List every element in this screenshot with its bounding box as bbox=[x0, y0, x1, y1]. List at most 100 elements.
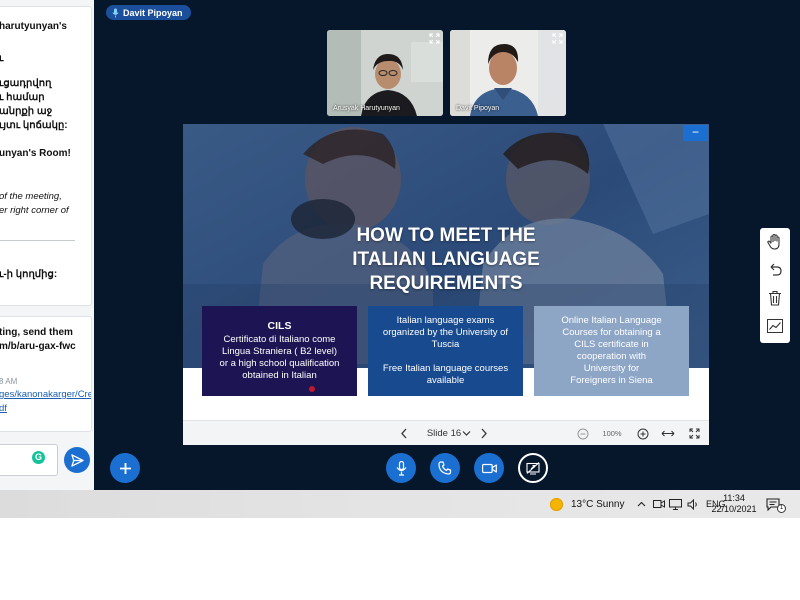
box-line: Certificato di Italiano come bbox=[223, 334, 336, 345]
next-slide-button[interactable] bbox=[475, 421, 493, 446]
windows-taskbar: 13°C Sunny ENG 11:34 22/10/2021 bbox=[0, 490, 800, 518]
slide-title-line: ITALIAN LANGUAGE bbox=[352, 249, 540, 270]
pan-tool-button[interactable] bbox=[763, 230, 787, 254]
clear-annotations-button[interactable] bbox=[763, 286, 787, 310]
box-line: cooperation with bbox=[576, 351, 647, 362]
notification-count-badge: 1 bbox=[777, 504, 786, 513]
previous-slide-button[interactable] bbox=[395, 421, 413, 446]
laser-pointer-dot bbox=[309, 386, 315, 392]
hand-icon bbox=[767, 233, 780, 250]
chat-message-link: ting, send them m/b/aru-gax-fwc 8 AM ges… bbox=[0, 316, 92, 432]
sun-icon bbox=[550, 497, 563, 511]
zoom-in-icon bbox=[637, 428, 649, 439]
box-line: Courses for obtaining a bbox=[562, 327, 661, 338]
participant-video bbox=[327, 30, 443, 116]
chat-line: m/b/aru-gax-fwc bbox=[0, 341, 76, 352]
multi-user-whiteboard-button[interactable] bbox=[763, 314, 787, 338]
chat-divider bbox=[0, 240, 75, 241]
actions-menu-button[interactable] bbox=[110, 453, 140, 483]
plus-icon bbox=[119, 462, 131, 474]
mute-microphone-button[interactable] bbox=[386, 453, 416, 483]
monitor-network-icon bbox=[669, 498, 682, 510]
taskbar-clock[interactable]: 11:34 22/10/2021 bbox=[708, 490, 760, 518]
chat-timestamp: 8 AM bbox=[0, 377, 18, 386]
slide-selector-dropdown[interactable] bbox=[459, 421, 473, 446]
fullscreen-icon bbox=[689, 428, 699, 439]
presenter-badge: Davit Pipoyan bbox=[106, 5, 191, 20]
box-line: or a high school qualification bbox=[219, 358, 340, 369]
undo-annotation-button[interactable] bbox=[763, 257, 787, 281]
siena-courses-box: Online Italian Language Courses for obta… bbox=[534, 306, 689, 396]
meet-now-tray-icon[interactable] bbox=[653, 490, 665, 518]
fit-width-icon bbox=[661, 430, 675, 437]
meeting-main-area: Davit Pipoyan Arusyak Harutyunyan Davit … bbox=[94, 0, 800, 490]
box-line: CILS certificate in bbox=[574, 339, 649, 350]
fullscreen-icon[interactable] bbox=[429, 33, 440, 44]
minimize-presentation-button[interactable]: − bbox=[683, 125, 708, 141]
chat-message-input[interactable]: G bbox=[0, 444, 58, 476]
box-line: Online Italian Language bbox=[561, 315, 662, 326]
chat-line: ւ համար bbox=[0, 92, 45, 103]
box-line: available bbox=[426, 375, 465, 386]
screen-share-off-icon bbox=[526, 461, 540, 475]
slide-number-label: Slide 16 bbox=[426, 428, 462, 439]
zoom-out-button[interactable] bbox=[575, 421, 591, 446]
zoom-out-icon bbox=[577, 428, 589, 439]
slide-title-line: HOW TO MEET THE bbox=[356, 225, 536, 246]
send-message-button[interactable] bbox=[64, 447, 90, 473]
box-line: Lingua Straniera ( B2 level) bbox=[221, 346, 338, 357]
slide-title-line: REQUIREMENTS bbox=[369, 273, 523, 294]
weather-widget[interactable]: 13°C Sunny bbox=[550, 490, 624, 518]
participant-name: Arusyak Harutyunyan bbox=[333, 105, 400, 112]
microphone-icon bbox=[396, 460, 406, 476]
fullscreen-icon[interactable] bbox=[552, 33, 563, 44]
chart-line-icon bbox=[767, 319, 783, 333]
cils-title: CILS bbox=[267, 320, 292, 332]
chevron-left-icon bbox=[401, 428, 407, 439]
share-webcam-button[interactable] bbox=[474, 453, 504, 483]
video-camera-icon bbox=[481, 463, 497, 473]
box-line: Foreigners in Siena bbox=[570, 375, 653, 386]
chat-line: ting, send them bbox=[0, 327, 73, 338]
participant-video-tile[interactable]: Arusyak Harutyunyan bbox=[327, 30, 443, 116]
show-hidden-icons-button[interactable] bbox=[637, 490, 646, 518]
chat-panel: harutyunyan's ւ ւցադրվող ւ համար անրքի ա… bbox=[0, 0, 94, 490]
volume-tray-icon[interactable] bbox=[687, 490, 699, 518]
leave-audio-button[interactable] bbox=[430, 453, 460, 483]
undo-icon bbox=[770, 263, 782, 276]
chevron-right-icon bbox=[481, 428, 487, 439]
box-line: Italian language exams bbox=[396, 315, 495, 326]
clock-time: 11:34 bbox=[723, 493, 745, 503]
box-line: organized by the University of bbox=[382, 327, 509, 338]
tuscia-exams-box: Italian language exams organized by the … bbox=[368, 306, 523, 396]
box-line: obtained in Italian bbox=[242, 370, 317, 381]
clock-date: 22/10/2021 bbox=[711, 504, 757, 514]
grammarly-icon[interactable]: G bbox=[32, 451, 45, 464]
box-line: Free Italian language courses bbox=[382, 363, 509, 374]
share-screen-button[interactable] bbox=[518, 453, 548, 483]
phone-icon bbox=[438, 461, 452, 475]
weather-text: 13°C Sunny bbox=[571, 498, 625, 510]
chat-line: unyan's Room! bbox=[0, 148, 71, 159]
chat-line: անրքի աջ bbox=[0, 106, 53, 117]
participant-video-tile[interactable]: Davit Pipoyan bbox=[450, 30, 566, 116]
cils-box: CILS Certificato di Italiano come Lingua… bbox=[202, 306, 357, 396]
chat-link[interactable]: df bbox=[0, 403, 7, 415]
presenter-name: Davit Pipoyan bbox=[123, 7, 183, 18]
whiteboard-toolbar bbox=[760, 228, 790, 343]
presentation-slide[interactable]: HOW TO MEET THE ITALIAN LANGUAGE REQUIRE… bbox=[183, 124, 709, 420]
zoom-in-button[interactable] bbox=[635, 421, 651, 446]
send-icon bbox=[70, 453, 84, 467]
participant-name: Davit Pipoyan bbox=[456, 105, 500, 112]
chat-line: ւցադրվող bbox=[0, 78, 52, 89]
network-tray-icon[interactable] bbox=[669, 490, 682, 518]
box-line: Tuscia bbox=[431, 339, 460, 350]
chat-link[interactable]: ges/kanonakarger/Cre bbox=[0, 389, 91, 401]
fullscreen-presentation-button[interactable] bbox=[685, 421, 703, 446]
chat-line: ւ-ի կողմից: bbox=[0, 269, 58, 280]
zoom-level: 100% bbox=[602, 429, 622, 438]
chat-line: of the meeting, bbox=[0, 191, 62, 202]
microphone-icon bbox=[112, 8, 119, 17]
fit-to-width-button[interactable] bbox=[659, 421, 677, 446]
box-line: University for bbox=[583, 363, 640, 374]
